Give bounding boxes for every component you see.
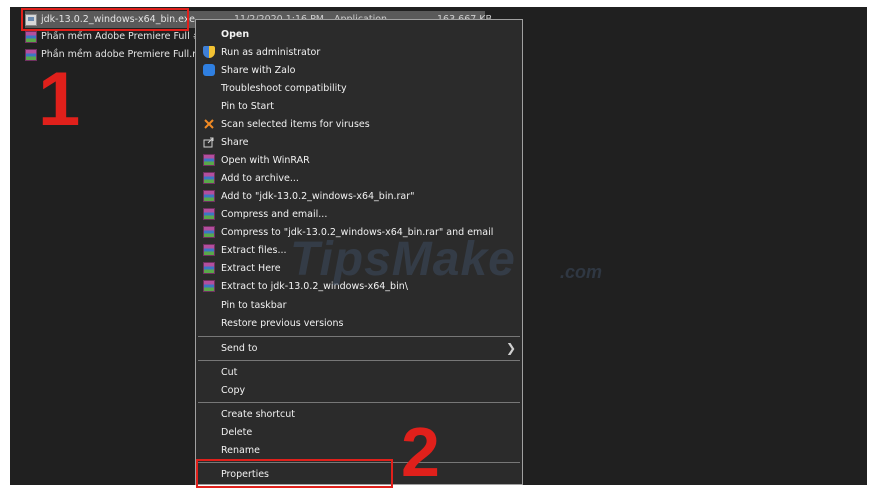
winrar-icon	[203, 190, 215, 202]
menu-item-copy[interactable]: Copy	[196, 381, 522, 399]
menu-item-label: Scan selected items for viruses	[221, 118, 370, 130]
menu-item-label: Cut	[221, 366, 238, 378]
winrar-icon	[203, 154, 215, 166]
winrar-icon	[203, 226, 215, 238]
menu-item-label: Share	[221, 136, 249, 148]
winrar-icon	[203, 262, 215, 274]
step-number-2: 2	[401, 413, 440, 491]
winrar-icon	[203, 280, 215, 292]
share-icon	[203, 136, 215, 148]
menu-item-label: Delete	[221, 426, 253, 438]
menu-item-label: Open with WinRAR	[221, 154, 310, 166]
menu-separator	[198, 360, 520, 361]
menu-item-add-to-archive[interactable]: Add to archive...	[196, 169, 522, 187]
step-number-1: 1	[38, 57, 81, 142]
winrar-icon	[203, 244, 215, 256]
menu-item-label: Copy	[221, 384, 246, 396]
menu-item-share-with-zalo[interactable]: Share with Zalo	[196, 61, 522, 79]
menu-item-label: Pin to Start	[221, 100, 274, 112]
menu-item-label: Pin to taskbar	[221, 299, 287, 311]
defender-scan-icon	[203, 118, 215, 130]
tipsmake-watermark: TipsMake	[290, 233, 516, 286]
menu-item-share[interactable]: Share	[196, 133, 522, 151]
menu-item-label: Create shortcut	[221, 408, 295, 420]
menu-item-label: Restore previous versions	[221, 317, 344, 329]
zalo-icon	[203, 64, 215, 76]
winrar-icon	[203, 208, 215, 220]
file-name: Phần mềm Adobe Premiere Full #2.	[41, 31, 210, 42]
menu-item-label: Add to archive...	[221, 172, 299, 184]
menu-item-send-to[interactable]: Send to ❯	[196, 339, 522, 357]
menu-item-restore-previous-versions[interactable]: Restore previous versions	[196, 314, 522, 332]
menu-item-label: Extract Here	[221, 262, 281, 274]
menu-item-rename[interactable]: Rename	[196, 441, 522, 459]
menu-item-troubleshoot-compatibility[interactable]: Troubleshoot compatibility	[196, 79, 522, 97]
winrar-icon	[203, 172, 215, 184]
menu-item-label: Compress and email...	[221, 208, 328, 220]
menu-item-open[interactable]: Open	[196, 25, 522, 43]
tipsmake-watermark-suffix: .com	[560, 262, 603, 282]
winrar-archive-icon	[25, 30, 37, 43]
highlight-properties	[196, 459, 393, 488]
menu-item-add-to-rar[interactable]: Add to "jdk-13.0.2_windows-x64_bin.rar"	[196, 187, 522, 205]
menu-item-open-with-winrar[interactable]: Open with WinRAR	[196, 151, 522, 169]
menu-item-cut[interactable]: Cut	[196, 363, 522, 381]
menu-item-label: Share with Zalo	[221, 64, 296, 76]
menu-separator	[198, 402, 520, 403]
menu-item-label: Extract files...	[221, 244, 287, 256]
highlight-selected-file	[21, 8, 189, 31]
menu-item-label: Troubleshoot compatibility	[221, 82, 347, 94]
menu-item-run-as-administrator[interactable]: Run as administrator	[196, 43, 522, 61]
menu-item-label: Run as administrator	[221, 46, 321, 58]
menu-item-label: Add to "jdk-13.0.2_windows-x64_bin.rar"	[221, 190, 415, 202]
menu-item-scan-for-viruses[interactable]: Scan selected items for viruses	[196, 115, 522, 133]
menu-item-label: Rename	[221, 444, 260, 456]
menu-item-create-shortcut[interactable]: Create shortcut	[196, 405, 522, 423]
menu-item-pin-to-taskbar[interactable]: Pin to taskbar	[196, 296, 522, 314]
winrar-archive-icon	[25, 48, 37, 61]
menu-item-pin-to-start[interactable]: Pin to Start	[196, 97, 522, 115]
menu-item-compress-and-email[interactable]: Compress and email...	[196, 205, 522, 223]
menu-separator	[198, 336, 520, 337]
shield-icon	[203, 46, 215, 58]
menu-item-label: Open	[221, 28, 250, 40]
menu-item-label: Send to	[221, 342, 258, 354]
menu-item-delete[interactable]: Delete	[196, 423, 522, 441]
chevron-right-icon: ❯	[505, 341, 516, 355]
